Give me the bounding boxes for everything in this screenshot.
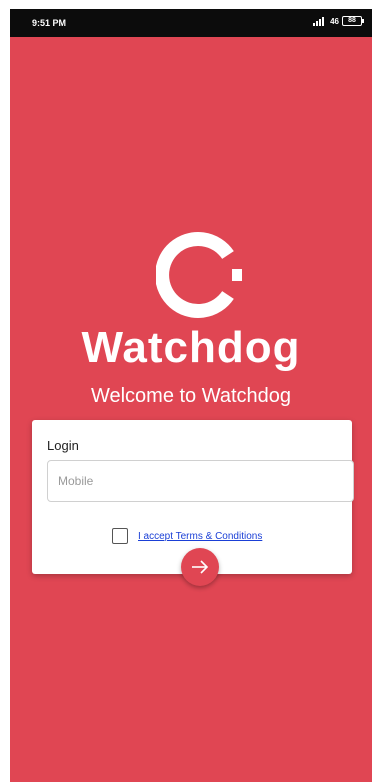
status-icons: 46 88: [313, 16, 364, 26]
terms-link[interactable]: I accept Terms & Conditions: [138, 531, 262, 542]
signal-icon: [313, 16, 325, 26]
brand-name: Watchdog: [81, 323, 301, 372]
network-label: 46: [330, 16, 339, 26]
status-time: 9:51 PM: [32, 18, 67, 28]
battery-icon: 88: [342, 16, 364, 26]
welcome-text: Welcome to Watchdog: [90, 385, 292, 407]
terms-checkbox[interactable]: [112, 528, 128, 544]
arrow-right-icon: [192, 560, 209, 574]
terms-row: I accept Terms & Conditions: [112, 528, 262, 544]
watchdog-logo-icon: [156, 232, 242, 318]
app-screen: 9:51 PM 46 88 Watchdog Welcome to Watchd…: [10, 9, 372, 782]
status-bar: 9:51 PM 46 88: [10, 9, 372, 37]
login-title: Login: [47, 438, 79, 453]
battery-level: 88: [348, 17, 356, 24]
next-button[interactable]: [181, 548, 219, 586]
mobile-input[interactable]: [47, 460, 354, 502]
